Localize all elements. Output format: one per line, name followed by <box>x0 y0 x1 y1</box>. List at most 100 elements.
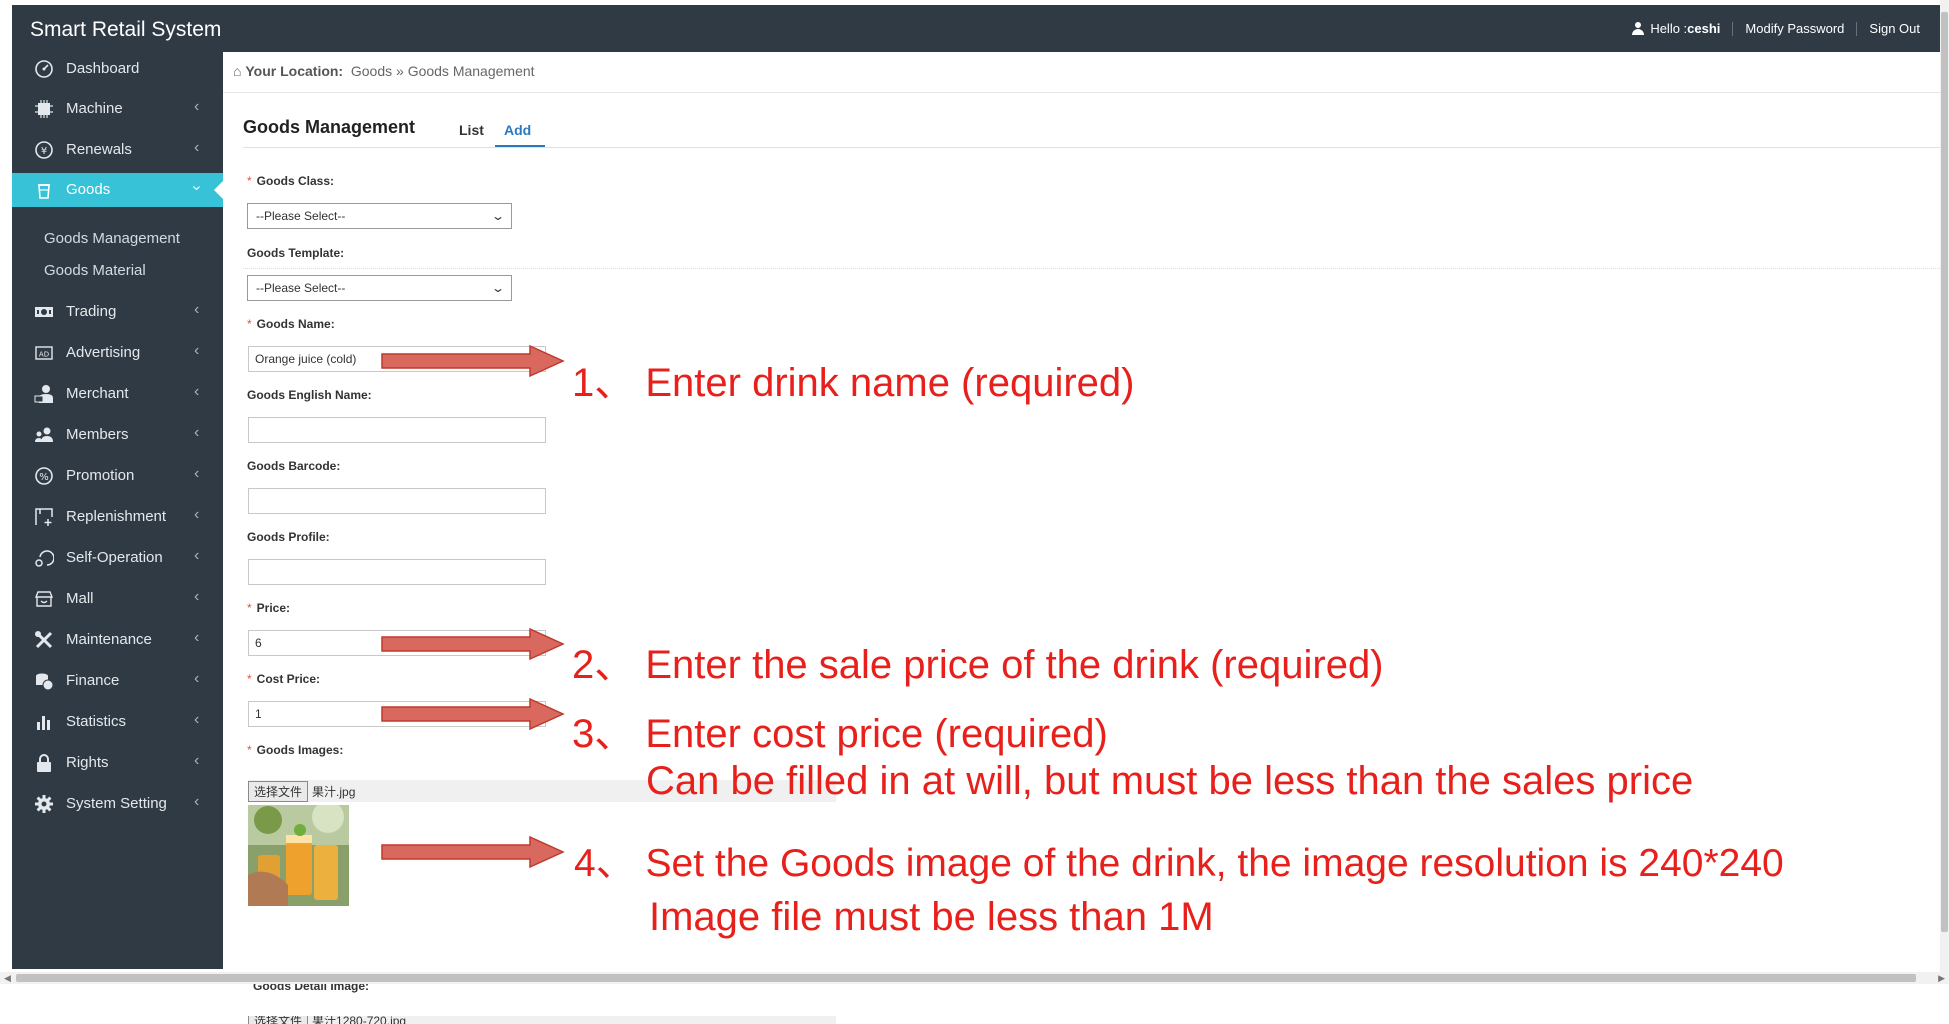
chip-icon <box>35 100 53 118</box>
sidebar-item-label: Mall <box>66 590 94 607</box>
breadcrumb-path[interactable]: Goods » Goods Management <box>351 63 535 79</box>
chevron-down-icon: ⌄ <box>490 209 506 223</box>
home-icon: ⌂ <box>233 63 242 79</box>
sidebar-item-label: Trading <box>66 303 117 320</box>
lock-icon <box>37 754 51 772</box>
sidebar-item-renewals[interactable]: ¥ Renewals ‹ <box>12 133 223 167</box>
sidebar-subitem-goods-management[interactable]: Goods Management <box>12 222 223 254</box>
choose-file-button[interactable]: 选择文件 <box>248 1016 309 1024</box>
goods-english-name-label: Goods English Name: <box>247 388 372 402</box>
money-icon <box>35 307 53 317</box>
cup-icon <box>38 184 50 199</box>
goods-barcode-input[interactable] <box>248 488 546 514</box>
top-bar: Smart Retail System Hello : ceshi Modify… <box>12 5 1940 52</box>
svg-text:¥: ¥ <box>41 146 47 157</box>
sign-out-link[interactable]: Sign Out <box>1869 21 1920 36</box>
goods-profile-input[interactable] <box>248 559 546 585</box>
gear-icon <box>35 795 53 813</box>
choose-file-button[interactable]: 选择文件 <box>248 780 309 802</box>
sidebar-item-label: Maintenance <box>66 631 152 648</box>
annotation-note-4b: Image file must be less than 1M <box>649 895 1214 939</box>
goods-class-label: * Goods Class: <box>247 174 335 188</box>
goods-name-label: * Goods Name: <box>247 317 335 331</box>
sidebar-item-dashboard[interactable]: Dashboard <box>12 52 223 86</box>
sidebar-item-promotion[interactable]: % Promotion ‹ <box>12 459 223 493</box>
vertical-scrollbar[interactable] <box>1940 0 1949 972</box>
dashboard-icon <box>35 60 53 78</box>
breadcrumb: ⌂ Your Location: Goods » Goods Managemen… <box>233 63 535 79</box>
chevron-left-icon: ‹ <box>194 752 200 769</box>
sidebar-item-label: Replenishment <box>66 508 167 525</box>
page-title: Goods Management <box>243 117 416 137</box>
goods-english-name-input[interactable] <box>248 417 546 443</box>
sidebar-item-label: Goods Management <box>44 230 180 247</box>
annotation-arrow <box>381 627 565 661</box>
sidebar-item-mall[interactable]: Mall ‹ <box>12 582 223 616</box>
modify-password-link[interactable]: Modify Password <box>1745 21 1844 36</box>
sidebar-item-label: System Setting <box>66 795 167 812</box>
sidebar-item-trading[interactable]: Trading ‹ <box>12 295 223 329</box>
sidebar-item-self-operation[interactable]: Self-Operation ‹ <box>12 541 223 575</box>
sidebar-item-goods[interactable]: Goods ‹ <box>12 173 224 207</box>
file-name: 果汁1280-720.jpg <box>312 1016 407 1024</box>
sidebar-item-finance[interactable]: Finance ‹ <box>12 664 223 698</box>
user-icon <box>1632 22 1645 35</box>
chevron-left-icon: ‹ <box>194 139 200 156</box>
sidebar-item-statistics[interactable]: Statistics ‹ <box>12 705 223 739</box>
replenish-icon <box>35 508 53 526</box>
annotation-note-3: 3、 Enter cost price (required) <box>572 712 1108 756</box>
tab-add[interactable]: Add <box>504 122 531 138</box>
chevron-down-icon: ‹ <box>187 185 205 191</box>
sidebar-item-label: Promotion <box>66 467 135 484</box>
chevron-left-icon: ‹ <box>194 506 200 523</box>
scrollbar-thumb[interactable] <box>1941 12 1948 932</box>
sidebar-item-system-setting[interactable]: System Setting ‹ <box>12 787 223 821</box>
horizontal-scrollbar[interactable]: ◀ ▶ <box>0 972 1949 984</box>
sidebar: Dashboard Machine ‹ ¥ Renewals ‹ Goods ‹… <box>12 52 224 969</box>
sidebar-item-replenishment[interactable]: Replenishment ‹ <box>12 500 223 534</box>
cost-price-label: * Cost Price: <box>247 672 321 686</box>
goods-detail-image-file-input[interactable]: 选择文件 果汁1280-720.jpg <box>248 1016 836 1024</box>
chevron-left-icon: ‹ <box>194 793 200 810</box>
chevron-left-icon: ‹ <box>194 342 200 359</box>
annotation-note-1: 1、 Enter drink name (required) <box>572 361 1135 405</box>
goods-template-label: Goods Template: <box>247 246 345 260</box>
sidebar-item-label: Machine <box>66 100 123 117</box>
app-title: Smart Retail System <box>30 18 222 41</box>
scroll-right-icon[interactable]: ▶ <box>1938 973 1945 984</box>
sidebar-item-label: Dashboard <box>66 60 140 77</box>
goods-image-thumbnail <box>248 805 349 906</box>
bar-chart-icon <box>37 716 50 730</box>
tools-icon <box>35 631 53 649</box>
goods-profile-label: Goods Profile: <box>247 530 330 544</box>
annotation-arrow <box>381 697 565 731</box>
sidebar-item-label: Advertising <box>66 344 141 361</box>
sidebar-item-maintenance[interactable]: Maintenance ‹ <box>12 623 223 657</box>
sidebar-item-rights[interactable]: Rights ‹ <box>12 746 223 780</box>
goods-template-select[interactable]: --Please Select-- ⌄ <box>247 275 512 301</box>
sidebar-item-members[interactable]: Members ‹ <box>12 418 223 452</box>
divider <box>243 147 1940 148</box>
sidebar-item-advertising[interactable]: AD Advertising ‹ <box>12 336 223 370</box>
sidebar-item-merchant[interactable]: Merchant ‹ <box>12 377 223 411</box>
hello-label: Hello : <box>1650 21 1688 36</box>
scrollbar-thumb[interactable] <box>16 974 1916 982</box>
scroll-left-icon[interactable]: ◀ <box>4 973 11 984</box>
file-name: 果汁.jpg <box>312 784 356 799</box>
divider <box>1732 21 1734 36</box>
ad-icon: AD <box>35 346 53 360</box>
sidebar-subitem-goods-material[interactable]: Goods Material <box>12 254 223 286</box>
svg-text:AD: AD <box>39 351 49 359</box>
merchant-icon <box>34 385 53 403</box>
svg-text:%: % <box>39 472 49 483</box>
breadcrumb-prefix: Your Location: <box>245 63 344 79</box>
goods-class-select[interactable]: --Please Select-- ⌄ <box>247 203 512 229</box>
chevron-left-icon: ‹ <box>194 670 200 687</box>
tab-list[interactable]: List <box>459 122 484 138</box>
chevron-left-icon: ‹ <box>194 98 200 115</box>
divider <box>1856 21 1858 36</box>
chevron-left-icon: ‹ <box>194 465 200 482</box>
price-label: * Price: <box>247 601 291 615</box>
sidebar-item-machine[interactable]: Machine ‹ <box>12 92 223 126</box>
chevron-left-icon: ‹ <box>194 383 200 400</box>
